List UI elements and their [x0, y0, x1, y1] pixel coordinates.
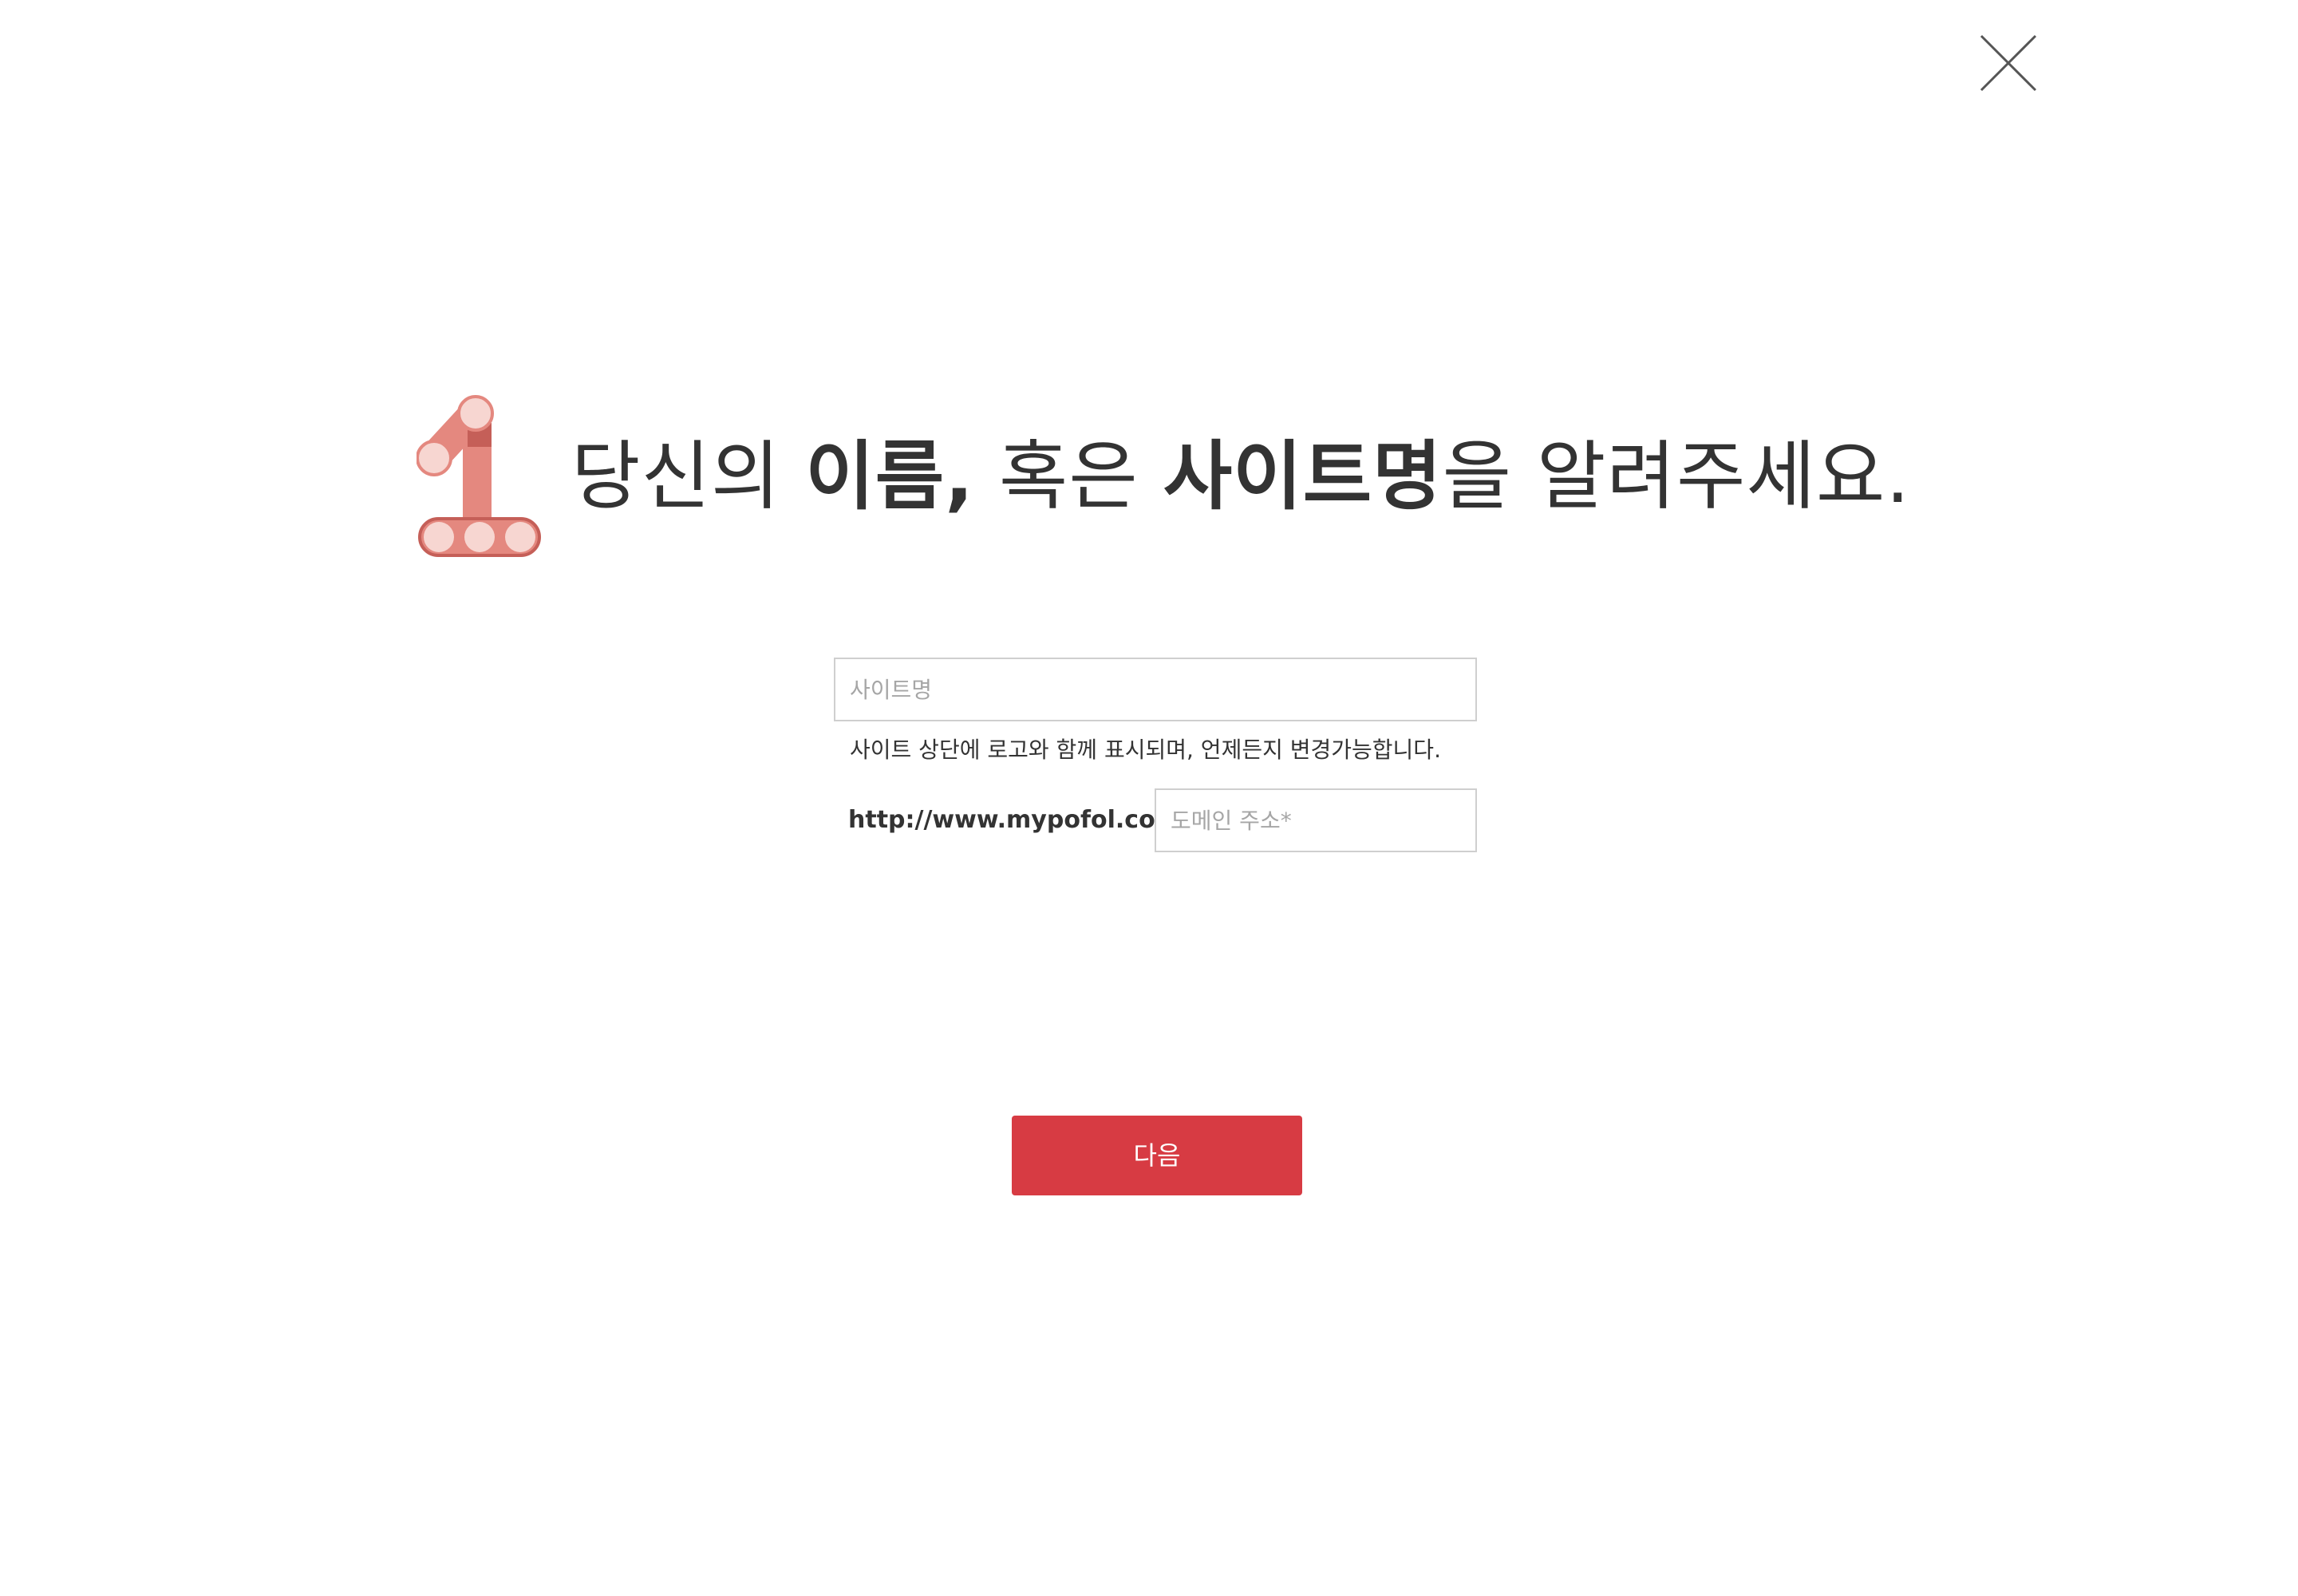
title-part-end: 을 알려주세요.: [1442, 433, 1911, 520]
title-part-or: 혹은: [974, 433, 1163, 520]
close-icon: [1980, 34, 2037, 92]
page-title: 당신의 이름, 혹은 사이트명을 알려주세요.: [571, 429, 1910, 525]
title-part-1: 당신의: [571, 433, 806, 520]
domain-prefix: http://www.mypofol.com/: [848, 806, 1189, 834]
close-button[interactable]: [1979, 34, 2038, 93]
domain-row: http://www.mypofol.com/: [834, 788, 1477, 852]
onboarding-page: 당신의 이름, 혹은 사이트명을 알려주세요. 사이트 상단에 로고와 함께 표…: [0, 0, 2298, 1596]
next-button[interactable]: 다음: [1012, 1116, 1302, 1195]
title-part-name: 이름,: [805, 433, 974, 520]
site-name-help-text: 사이트 상단에 로고와 함께 표시되며, 언제든지 변경가능합니다.: [850, 737, 1441, 763]
number-one-icon: [417, 395, 541, 557]
site-form: 사이트 상단에 로고와 함께 표시되며, 언제든지 변경가능합니다. http:…: [834, 658, 1477, 852]
title-part-site-name: 사이트명: [1163, 433, 1443, 520]
heading-row: 당신의 이름, 혹은 사이트명을 알려주세요.: [0, 391, 2298, 567]
domain-input[interactable]: [1155, 788, 1477, 852]
site-name-input[interactable]: [834, 658, 1477, 721]
